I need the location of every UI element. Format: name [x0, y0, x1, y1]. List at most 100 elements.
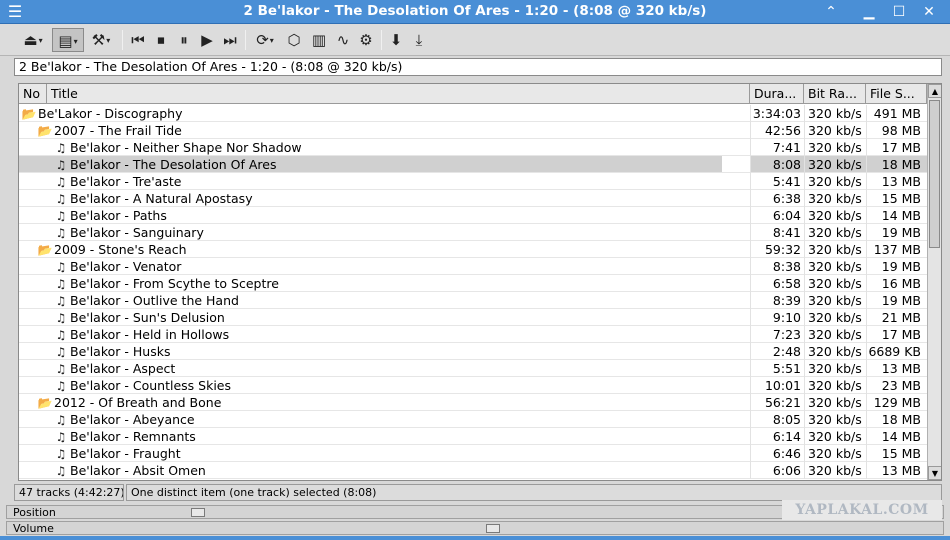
row-filesize: 13 MB	[881, 361, 921, 376]
eject-icon[interactable]: ⏏▾	[18, 28, 48, 52]
close-icon[interactable]: ✕	[920, 3, 938, 21]
row-duration: 8:41	[772, 225, 801, 240]
settings-icon[interactable]: ⚙	[355, 28, 377, 52]
folder-row[interactable]: 📂 2012 - Of Breath and Bone 56:21 320 kb/s 1…	[19, 394, 927, 411]
row-filesize: 19 MB	[881, 259, 921, 274]
row-filesize: 18 MB	[881, 157, 921, 172]
cube-icon[interactable]: ⬡	[284, 28, 304, 52]
equalizer-icon[interactable]: ▥	[308, 28, 330, 52]
track-row[interactable]: ♫ Be'lakor - The Desolation Of Ares 8:08 32…	[19, 156, 927, 173]
row-title-text: Be'lakor - Neither Shape Nor Shadow	[70, 140, 302, 155]
row-duration: 2:48	[772, 344, 801, 359]
scroll-up-icon[interactable]: ▲	[928, 84, 941, 98]
row-duration: 9:10	[772, 310, 801, 325]
music-note-icon: ♫	[55, 464, 67, 478]
row-title-text: Be'lakor - Sanguinary	[70, 225, 204, 240]
folder-row[interactable]: 📂 2009 - Stone's Reach 59:32 320 kb/s 137 MB	[19, 241, 927, 258]
row-filesize: 17 MB	[881, 327, 921, 342]
column-header-filesize[interactable]: File S...	[866, 84, 927, 104]
row-filesize: 21 MB	[881, 310, 921, 325]
tools-icon[interactable]: ⚒▾	[86, 28, 116, 52]
stop-icon[interactable]: ⏹	[151, 28, 171, 52]
volume-label: Volume	[13, 522, 54, 535]
row-title-text: Be'lakor - Sun's Delusion	[70, 310, 225, 325]
minimize-icon[interactable]: ⌃	[822, 3, 840, 21]
music-note-icon: ♫	[55, 430, 67, 444]
row-filesize: 17 MB	[881, 140, 921, 155]
row-title: ♫ Be'lakor - Sanguinary	[53, 224, 204, 242]
playlist-scrollbar[interactable]: ▲ ▼	[927, 84, 941, 480]
row-title: ♫ Be'lakor - Fraught	[53, 445, 181, 463]
track-row[interactable]: ♫ Be'lakor - Neither Shape Nor Shadow 7:41…	[19, 139, 927, 156]
row-duration: 5:41	[772, 174, 801, 189]
track-row[interactable]: ♫ Be'lakor - Fraught 6:46 320 kb/s 15 MB	[19, 445, 927, 462]
column-header-bitrate[interactable]: Bit Ra...	[804, 84, 866, 104]
column-header-title[interactable]: Title	[47, 84, 750, 104]
track-row[interactable]: ♫ Be'lakor - Tre'aste 5:41 320 kb/s 13 MB	[19, 173, 927, 190]
row-duration: 8:38	[772, 259, 801, 274]
pause-icon[interactable]: ⏸	[174, 28, 194, 52]
save-icon[interactable]: ⤓	[409, 28, 429, 52]
track-row[interactable]: ♫ Be'lakor - Remnants 6:14 320 kb/s 14 MB	[19, 428, 927, 445]
scrollbar-thumb[interactable]	[929, 100, 940, 248]
music-note-icon: ♫	[55, 277, 67, 291]
maximize-icon[interactable]: ☐	[890, 3, 908, 21]
row-title: ♫ Be'lakor - Aspect	[53, 360, 176, 378]
row-duration: 6:06	[772, 463, 801, 478]
toolbar-separator	[245, 30, 246, 50]
restore-icon[interactable]: ▁	[860, 3, 878, 21]
track-row[interactable]: ♫ Be'lakor - Absit Omen 6:06 320 kb/s 13 MB	[19, 462, 927, 479]
track-row[interactable]: ♫ Be'lakor - Husks 2:48 320 kb/s 6689 KB	[19, 343, 927, 360]
row-title: 📂 2009 - Stone's Reach	[37, 241, 187, 259]
position-label: Position	[13, 506, 56, 519]
playlist[interactable]: No Title Dura... Bit Ra... File S... 📂 Be…	[18, 83, 942, 481]
row-title-text: 2012 - Of Breath and Bone	[54, 395, 222, 410]
column-divider	[866, 105, 867, 479]
row-title: ♫ Be'lakor - Husks	[53, 343, 171, 361]
volume-slider[interactable]: Volume	[6, 521, 944, 535]
play-icon[interactable]: ▶	[197, 28, 217, 52]
row-title-text: 2007 - The Frail Tide	[54, 123, 182, 138]
waveform-icon[interactable]: ∿	[332, 28, 354, 52]
track-row[interactable]: ♫ Be'lakor - A Natural Apostasy 6:38 320 kb…	[19, 190, 927, 207]
column-header-no[interactable]: No	[19, 84, 47, 104]
repeat-icon[interactable]: ⟳▾	[250, 28, 280, 52]
row-title-text: Be'lakor - The Desolation Of Ares	[70, 157, 277, 172]
folder-row[interactable]: 📂 Be'Lakor - Discography 3:34:03 320 kb/s 49…	[19, 105, 927, 122]
scroll-down-icon[interactable]: ▼	[928, 466, 941, 480]
track-row[interactable]: ♫ Be'lakor - Outlive the Hand 8:39 320 kb/s…	[19, 292, 927, 309]
column-header-duration[interactable]: Dura...	[750, 84, 804, 104]
toolbar-separator	[381, 30, 382, 50]
row-title: ♫ Be'lakor - Neither Shape Nor Shadow	[53, 139, 302, 157]
track-row[interactable]: ♫ Be'lakor - Countless Skies 10:01 320 kb/s…	[19, 377, 927, 394]
row-filesize: 14 MB	[881, 429, 921, 444]
row-filesize: 13 MB	[881, 174, 921, 189]
next-icon[interactable]: ⏭	[220, 28, 240, 52]
row-duration: 8:08	[772, 157, 801, 172]
position-handle[interactable]	[191, 508, 206, 517]
playlist-icon[interactable]: ▤▾	[52, 28, 84, 52]
row-title: ♫ Be'lakor - Abeyance	[53, 411, 195, 429]
row-title: ♫ Be'lakor - Tre'aste	[53, 173, 182, 191]
row-filesize: 23 MB	[881, 378, 921, 393]
playlist-header: No Title Dura... Bit Ra... File S...	[19, 84, 927, 104]
folder-row[interactable]: 📂 2007 - The Frail Tide 42:56 320 kb/s 98 MB	[19, 122, 927, 139]
track-row[interactable]: ♫ Be'lakor - Held in Hollows 7:23 320 kb/s 1…	[19, 326, 927, 343]
track-row[interactable]: ♫ Be'lakor - Abeyance 8:05 320 kb/s 18 MB	[19, 411, 927, 428]
row-filesize: 14 MB	[881, 208, 921, 223]
track-row[interactable]: ♫ Be'lakor - From Scythe to Sceptre 6:58 32…	[19, 275, 927, 292]
folder-icon: 📂	[37, 396, 53, 410]
track-row[interactable]: ♫ Be'lakor - Sanguinary 8:41 320 kb/s 19 MB	[19, 224, 927, 241]
previous-icon[interactable]: ⏮	[128, 28, 148, 52]
download-icon[interactable]: ⬇	[386, 28, 406, 52]
row-duration: 7:23	[772, 327, 801, 342]
track-row[interactable]: ♫ Be'lakor - Sun's Delusion 9:10 320 kb/s 21…	[19, 309, 927, 326]
toolbar: ⏏▾ ▤▾ ⚒▾ ⏮ ⏹ ⏸ ▶ ⏭ ⟳▾ ⬡ ▥ ∿ ⚙ ⬇ ⤓	[0, 24, 950, 56]
row-filesize: 13 MB	[881, 463, 921, 478]
now-playing-field[interactable]: 2 Be'lakor - The Desolation Of Ares - 1:…	[14, 58, 942, 76]
volume-handle[interactable]	[486, 524, 501, 533]
track-row[interactable]: ♫ Be'lakor - Aspect 5:51 320 kb/s 13 MB	[19, 360, 927, 377]
track-row[interactable]: ♫ Be'lakor - Paths 6:04 320 kb/s 14 MB	[19, 207, 927, 224]
row-title: ♫ Be'lakor - From Scythe to Sceptre	[53, 275, 279, 293]
track-row[interactable]: ♫ Be'lakor - Venator 8:38 320 kb/s 19 MB	[19, 258, 927, 275]
